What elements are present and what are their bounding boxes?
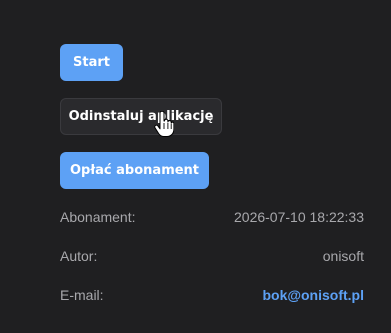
uninstall-app-button[interactable]: Odinstaluj aplikację [60, 98, 222, 135]
subscription-label: Abonament: [60, 209, 136, 225]
start-button[interactable]: Start [60, 44, 123, 81]
author-row: Autor: onisoft [60, 247, 364, 265]
email-label: E-mail: [60, 287, 104, 303]
author-value: onisoft [322, 248, 364, 264]
author-label: Autor: [60, 248, 98, 264]
subscription-value: 2026-07-10 18:22:33 [234, 209, 364, 225]
email-row: E-mail: bok@onisoft.pl [60, 286, 364, 304]
pay-subscription-button[interactable]: Opłać abonament [60, 152, 209, 189]
subscription-row: Abonament: 2026-07-10 18:22:33 [60, 208, 364, 226]
email-link[interactable]: bok@onisoft.pl [262, 287, 364, 303]
